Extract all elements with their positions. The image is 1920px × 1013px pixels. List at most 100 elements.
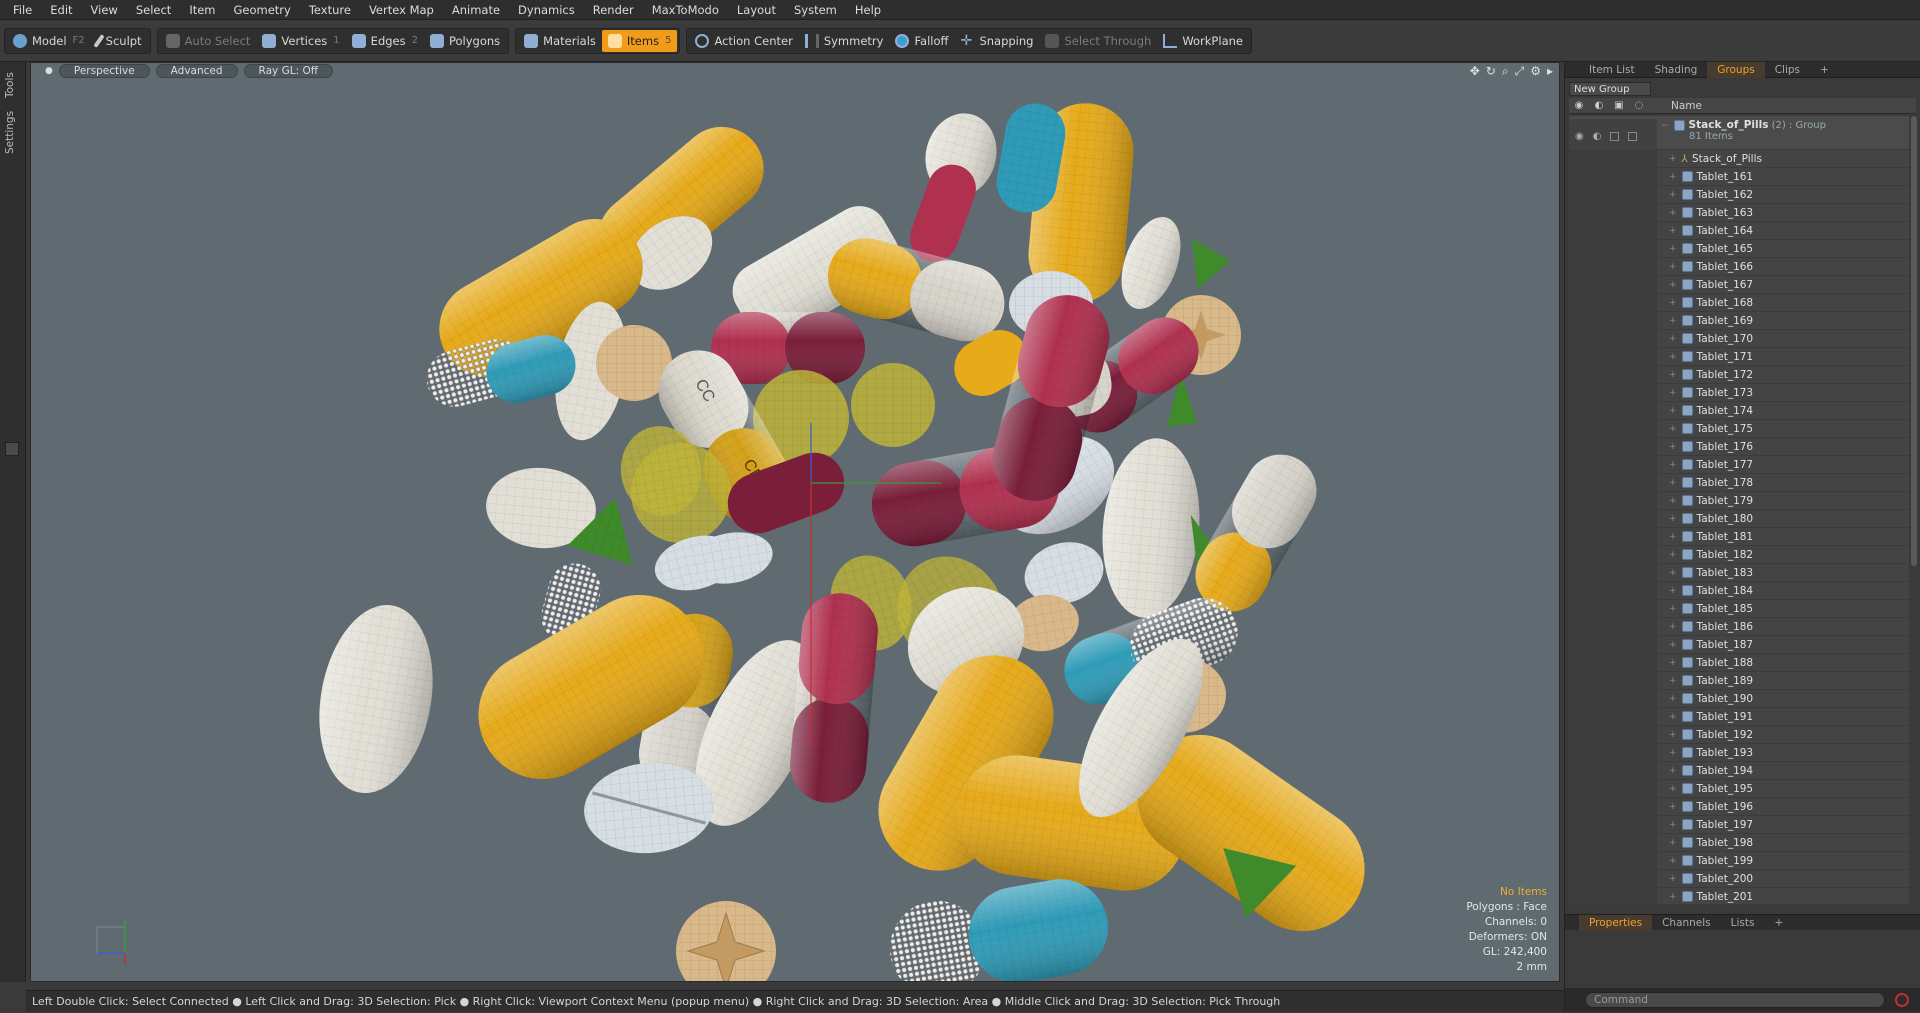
tree-item-row[interactable]: + Tablet_187 [1569, 635, 1909, 654]
render-icon[interactable]: ◐ [1593, 131, 1602, 142]
tab-clips[interactable]: Clips [1765, 62, 1810, 78]
tree-item-row[interactable]: + Tablet_167 [1569, 275, 1909, 294]
tree-item-row[interactable]: + Tablet_195 [1569, 779, 1909, 798]
lock-column-icon[interactable]: ▣ [1609, 100, 1629, 111]
tree-item-row[interactable]: + Tablet_183 [1569, 563, 1909, 582]
symmetry-button[interactable]: Symmetry [799, 30, 890, 52]
tree-scrollbar[interactable] [1911, 116, 1917, 566]
tree-item-row[interactable]: + Tablet_177 [1569, 455, 1909, 474]
menu-item[interactable]: File [4, 0, 41, 20]
render-column-icon[interactable]: ◐ [1589, 100, 1609, 111]
menu-item[interactable]: Layout [728, 0, 785, 20]
3d-viewport[interactable]: ● Perspective Advanced Ray GL: Off ✥ ↻ ⌕… [30, 62, 1560, 982]
tree-item-row[interactable]: + Tablet_193 [1569, 743, 1909, 762]
new-group-button[interactable]: New Group [1569, 82, 1651, 96]
tree-item-row[interactable]: + Tablet_190 [1569, 689, 1909, 708]
name-column-header[interactable]: Name [1671, 100, 1702, 112]
shading-mode-button[interactable]: Advanced [155, 64, 238, 78]
locator-row[interactable]: + ⅄ Stack_of_Pills [1569, 149, 1909, 168]
tree-item-row[interactable]: + Tablet_182 [1569, 545, 1909, 564]
menu-item[interactable]: Dynamics [509, 0, 584, 20]
tree-item-row[interactable]: + Tablet_168 [1569, 293, 1909, 312]
tree-item-row[interactable]: + Tablet_172 [1569, 365, 1909, 384]
menu-item[interactable]: Render [584, 0, 643, 20]
tree-item-row[interactable]: + Tablet_198 [1569, 833, 1909, 852]
tree-item-row[interactable]: + Tablet_196 [1569, 797, 1909, 816]
tree-item-row[interactable]: + Tablet_199 [1569, 851, 1909, 870]
tree-item-row[interactable]: + Tablet_170 [1569, 329, 1909, 348]
tree-item-row[interactable]: + Tablet_181 [1569, 527, 1909, 546]
workplane-button[interactable]: WorkPlane [1157, 30, 1249, 52]
edges-button[interactable]: Edges 2 [346, 30, 424, 52]
polygons-button[interactable]: Polygons [424, 30, 506, 52]
items-button[interactable]: Items 5 [601, 29, 678, 52]
auto-select-button[interactable]: Auto Select [160, 30, 257, 52]
lock-toggle[interactable] [1610, 131, 1620, 141]
menu-item[interactable]: MaxToModo [643, 0, 728, 20]
menu-item[interactable]: Animate [443, 0, 509, 20]
tab-lists[interactable]: Lists [1721, 915, 1765, 931]
add-tab-icon[interactable]: + [1810, 62, 1839, 78]
sculpt-mode-button[interactable]: Sculpt [91, 30, 148, 52]
tree-item-row[interactable]: + Tablet_161 [1569, 167, 1909, 186]
tree-item-row[interactable]: + Tablet_171 [1569, 347, 1909, 366]
tab-groups[interactable]: Groups [1707, 61, 1765, 78]
tree-item-row[interactable]: + Tablet_166 [1569, 257, 1909, 276]
tree-item-row[interactable]: + Tablet_162 [1569, 185, 1909, 204]
tree-item-row[interactable]: + Tablet_180 [1569, 509, 1909, 528]
record-icon[interactable] [1895, 993, 1909, 1007]
tree-item-row[interactable]: + Tablet_165 [1569, 239, 1909, 258]
add-tab-icon[interactable]: + [1764, 915, 1793, 931]
menu-item[interactable]: Edit [41, 0, 81, 20]
menu-item[interactable]: Geometry [225, 0, 300, 20]
tree-item-row[interactable]: + Tablet_164 [1569, 221, 1909, 240]
tree-item-row[interactable]: + Tablet_179 [1569, 491, 1909, 510]
rotate-icon[interactable]: ↻ [1486, 64, 1496, 78]
tab-channels[interactable]: Channels [1652, 915, 1721, 931]
viewport-menu-dot[interactable]: ● [45, 66, 53, 76]
group-row[interactable]: ◉ ◐ − Stack_of_Pills (2) : Group 81 Items [1569, 116, 1909, 153]
maximize-icon[interactable]: ⤢ [1515, 64, 1525, 79]
select-column-icon[interactable]: ◌ [1629, 100, 1649, 111]
action-center-button[interactable]: Action Center [689, 30, 798, 52]
tree-item-row[interactable]: + Tablet_194 [1569, 761, 1909, 780]
materials-button[interactable]: Materials [518, 30, 602, 52]
collapse-toggle[interactable] [5, 442, 19, 456]
menu-item[interactable]: Select [127, 0, 180, 20]
menu-item[interactable]: Texture [300, 0, 360, 20]
vertices-button[interactable]: Vertices 1 [256, 30, 345, 52]
pill-scene[interactable]: CC CNC [31, 63, 1560, 982]
tree-item-row[interactable]: + Tablet_192 [1569, 725, 1909, 744]
snapping-button[interactable]: ✛ Snapping [954, 30, 1039, 52]
menu-item[interactable]: System [785, 0, 846, 20]
tree-item-row[interactable]: + Tablet_174 [1569, 401, 1909, 420]
menu-item[interactable]: Help [846, 0, 890, 20]
eye-icon[interactable]: ◉ [1575, 131, 1584, 142]
select-through-button[interactable]: Select Through [1039, 30, 1157, 52]
tree-item-row[interactable]: + Tablet_200 [1569, 869, 1909, 888]
raygl-button[interactable]: Ray GL: Off [243, 64, 333, 78]
tab-item-list[interactable]: Item List [1579, 62, 1645, 78]
tree-item-row[interactable]: + Tablet_178 [1569, 473, 1909, 492]
menu-item[interactable]: View [82, 0, 127, 20]
menu-item[interactable]: Item [180, 0, 224, 20]
select-toggle[interactable] [1628, 131, 1638, 141]
tree-item-row[interactable]: + Tablet_189 [1569, 671, 1909, 690]
tree-item-row[interactable]: + Tablet_184 [1569, 581, 1909, 600]
command-input[interactable]: Command [1585, 992, 1885, 1008]
tree-item-row[interactable]: + Tablet_201 [1569, 887, 1909, 904]
viewport-options-arrow-icon[interactable]: ▸ [1547, 64, 1553, 78]
tree-item-row[interactable]: + Tablet_185 [1569, 599, 1909, 618]
tree-item-row[interactable]: + Tablet_197 [1569, 815, 1909, 834]
gear-icon[interactable]: ⚙ [1530, 64, 1541, 78]
zoom-icon[interactable]: ⌕ [1502, 64, 1509, 79]
tree-item-row[interactable]: + Tablet_191 [1569, 707, 1909, 726]
tree-item-row[interactable]: + Tablet_173 [1569, 383, 1909, 402]
tab-properties[interactable]: Properties [1579, 914, 1653, 931]
pan-icon[interactable]: ✥ [1470, 64, 1480, 78]
tree-item-row[interactable]: + Tablet_188 [1569, 653, 1909, 672]
falloff-button[interactable]: Falloff [889, 30, 954, 52]
model-mode-button[interactable]: Model F2 [7, 30, 91, 52]
tab-tools[interactable]: Tools [4, 68, 22, 102]
tree-item-row[interactable]: + Tablet_169 [1569, 311, 1909, 330]
